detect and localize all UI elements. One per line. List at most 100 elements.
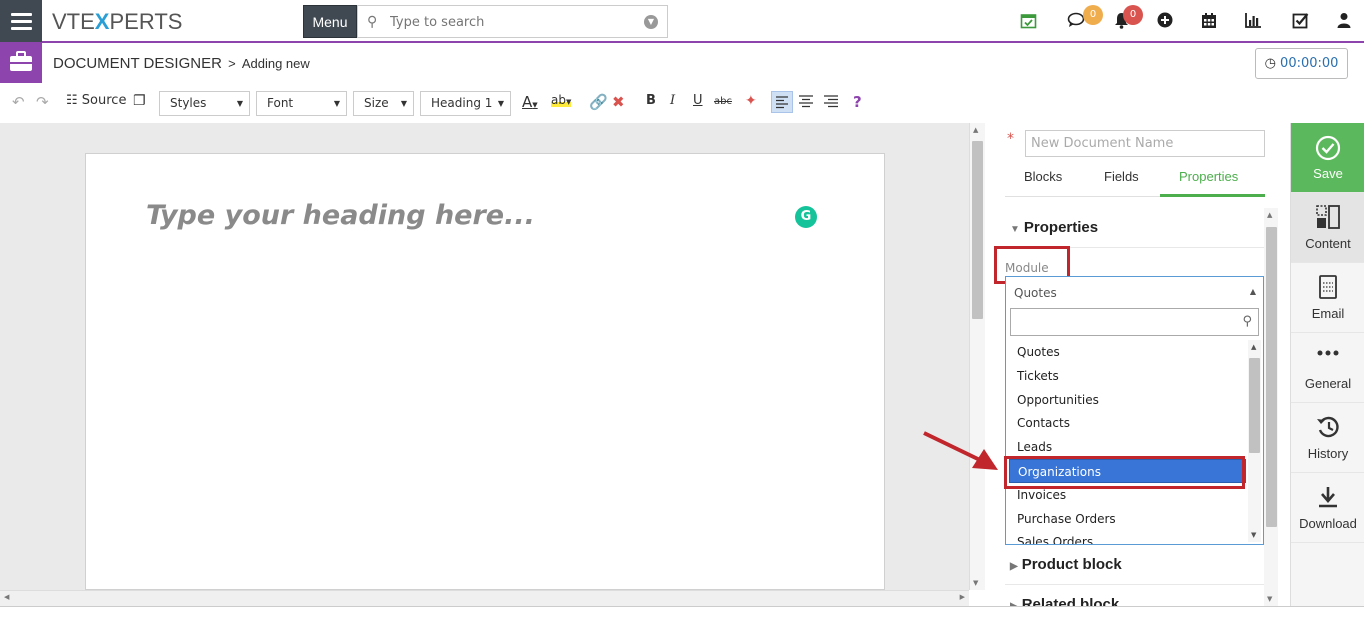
align-center-icon[interactable] [797, 92, 815, 114]
hamburger-menu-icon[interactable] [0, 0, 42, 42]
remove-format-icon[interactable]: ✦ [745, 93, 757, 109]
module-title[interactable]: DOCUMENT DESIGNER [53, 55, 222, 72]
history-icon [1291, 415, 1364, 441]
scroll-thumb[interactable] [1266, 227, 1277, 527]
module-search-input[interactable]: ⚲ [1010, 308, 1259, 336]
email-icon [1291, 275, 1364, 301]
format-dropdown[interactable]: Heading 1 ▼ [420, 91, 511, 116]
list-item[interactable]: Opportunities [1009, 388, 1246, 412]
underline-button[interactable]: U [693, 93, 703, 108]
bold-button[interactable]: B [646, 93, 656, 108]
status-bar [0, 606, 1364, 629]
properties-panel: * New Document Name Blocks Fields Proper… [985, 123, 1290, 606]
properties-section-header[interactable]: ▼ Properties [1010, 219, 1098, 236]
editor-vertical-scrollbar[interactable]: ▲ ▼ [969, 123, 985, 590]
scroll-thumb[interactable] [1249, 358, 1260, 453]
list-item[interactable]: Contacts [1009, 411, 1246, 435]
calendar-check-icon[interactable] [1020, 12, 1037, 33]
unlink-icon[interactable]: ✖ [612, 93, 625, 111]
scroll-up-icon[interactable]: ▲ [973, 126, 978, 134]
briefcase-icon[interactable] [0, 43, 42, 83]
company-logo[interactable]: VTEXPERTS [52, 9, 182, 35]
editor-horizontal-scrollbar[interactable]: ◀ ▶ [0, 590, 969, 606]
reports-chart-icon[interactable] [1245, 12, 1262, 32]
collapse-triangle-icon: ▼ [1010, 224, 1020, 235]
breadcrumb: DOCUMENT DESIGNER > Adding new [53, 55, 310, 72]
document-page[interactable]: Type your heading here... G [85, 153, 885, 590]
top-navbar: VTEXPERTS Menu ⚲ ▼ 0 0 [0, 0, 1364, 43]
expand-triangle-icon: ▶ [1010, 601, 1018, 606]
module-select[interactable]: Quotes ▲ ⚲ Quotes Tickets Opportunities … [1005, 276, 1264, 545]
module-options-list: Quotes Tickets Opportunities Contacts Le… [1006, 340, 1263, 544]
italic-button[interactable]: I [670, 93, 675, 108]
source-icon: ☷ [66, 93, 78, 108]
search-options-icon[interactable]: ▼ [644, 15, 658, 29]
strikethrough-button[interactable]: abc [714, 96, 732, 107]
list-item[interactable]: Quotes [1009, 340, 1246, 364]
section-divider [1005, 584, 1264, 585]
add-circle-icon[interactable] [1157, 12, 1173, 32]
module-selected-value[interactable]: Quotes [1014, 286, 1057, 300]
redo-icon[interactable]: ↷ [36, 93, 49, 111]
document-name-input[interactable]: New Document Name [1025, 130, 1265, 157]
page-subtitle: Adding new [241, 56, 310, 71]
undo-icon[interactable]: ↶ [12, 93, 25, 111]
notification-count-badge: 0 [1123, 5, 1143, 25]
global-search[interactable]: ⚲ ▼ [357, 5, 668, 38]
clock-icon: ◷ [1264, 56, 1276, 71]
styles-dropdown[interactable]: Styles ▼ [159, 91, 250, 116]
download-button[interactable]: Download [1291, 473, 1364, 543]
text-color-icon[interactable]: A▼ [522, 93, 538, 111]
scroll-thumb[interactable] [972, 141, 983, 319]
scroll-down-icon[interactable]: ▼ [1251, 531, 1256, 539]
editor-toolbar: ↶ ↷ ☷ Source ❐ Styles ▼ Font ▼ Size ▼ Headi… [0, 83, 985, 123]
menu-button[interactable]: Menu [303, 5, 357, 38]
search-input[interactable] [390, 12, 630, 32]
options-scrollbar[interactable]: ▲ ▼ [1248, 340, 1261, 542]
link-icon[interactable]: 🔗 [589, 93, 608, 111]
align-left-icon[interactable] [771, 91, 793, 113]
scroll-right-icon[interactable]: ▶ [960, 593, 965, 601]
email-button[interactable]: Email [1291, 263, 1364, 333]
list-item[interactable]: Sales Orders [1009, 530, 1246, 544]
breadcrumb-separator-icon: > [228, 56, 236, 71]
organizations-annotation-box [1004, 456, 1245, 489]
user-profile-icon[interactable] [1337, 12, 1351, 32]
heading-placeholder[interactable]: Type your heading here... [146, 200, 535, 231]
tasks-checkbox-icon[interactable] [1292, 12, 1309, 33]
action-sidebar: Save Content Email General History Downl… [1290, 123, 1364, 606]
content-icon [1291, 205, 1364, 231]
panel-vertical-scrollbar[interactable]: ▲ ▼ [1264, 208, 1278, 606]
check-circle-icon [1291, 135, 1364, 161]
product-block-header[interactable]: ▶ Product block [1010, 556, 1122, 573]
highlight-color-icon[interactable]: ab▼ [551, 93, 572, 107]
tab-blocks[interactable]: Blocks [1024, 169, 1062, 184]
content-button[interactable]: Content [1291, 193, 1364, 263]
templates-icon[interactable]: ❐ [133, 93, 146, 109]
general-button[interactable]: General [1291, 333, 1364, 403]
scroll-up-icon[interactable]: ▲ [1251, 343, 1256, 351]
save-button[interactable]: Save [1291, 123, 1364, 193]
search-icon: ⚲ [1242, 314, 1252, 329]
help-button[interactable]: ? [853, 93, 862, 111]
history-button[interactable]: History [1291, 403, 1364, 473]
scroll-down-icon[interactable]: ▼ [1267, 595, 1272, 603]
grammarly-icon[interactable]: G [795, 206, 817, 228]
source-button[interactable]: ☷ Source [66, 93, 126, 108]
list-item[interactable]: Purchase Orders [1009, 507, 1246, 531]
timer-display[interactable]: ◷ 00:00:00 [1255, 48, 1348, 79]
tab-fields[interactable]: Fields [1104, 169, 1139, 184]
align-right-icon[interactable] [822, 92, 840, 114]
scroll-left-icon[interactable]: ◀ [4, 593, 9, 601]
scroll-down-icon[interactable]: ▼ [973, 579, 978, 587]
tab-properties[interactable]: Properties [1179, 169, 1238, 184]
scroll-up-icon[interactable]: ▲ [1267, 211, 1272, 219]
annotation-arrow [923, 431, 998, 470]
calendar-icon[interactable] [1201, 12, 1217, 33]
chevron-up-icon[interactable]: ▲ [1250, 287, 1256, 296]
size-dropdown[interactable]: Size ▼ [353, 91, 414, 116]
related-block-header[interactable]: ▶Related block [1010, 596, 1119, 606]
list-item[interactable]: Tickets [1009, 364, 1246, 388]
font-dropdown[interactable]: Font ▼ [256, 91, 347, 116]
more-dots-icon [1291, 345, 1364, 371]
